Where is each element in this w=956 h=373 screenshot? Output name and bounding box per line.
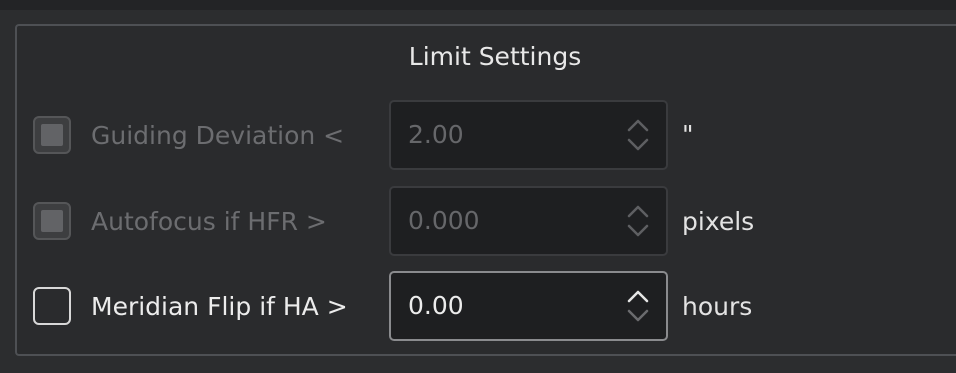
meridian-flip-checkbox[interactable]: [33, 287, 71, 325]
chevron-up-icon: [627, 205, 649, 218]
autofocus-hfr-row: Autofocus if HFR > 0.000 pixels: [0, 186, 956, 256]
spin-arrows-icon[interactable]: [624, 110, 652, 160]
meridian-flip-row: Meridian Flip if HA > 0.00 hours: [0, 271, 956, 341]
group-title: Limit Settings: [408, 42, 582, 71]
autofocus-hfr-checkbox[interactable]: [33, 202, 71, 240]
chevron-up-icon: [627, 290, 649, 303]
window-top-strip: [0, 0, 956, 10]
guiding-deviation-unit: ": [682, 120, 694, 149]
guiding-deviation-value: 2.00: [408, 120, 464, 149]
autofocus-hfr-label: Autofocus if HFR >: [91, 207, 327, 236]
meridian-flip-label: Meridian Flip if HA >: [91, 292, 348, 321]
guiding-deviation-spinbox[interactable]: 2.00: [389, 100, 668, 170]
meridian-flip-spinbox[interactable]: 0.00: [389, 271, 668, 341]
autofocus-hfr-spinbox[interactable]: 0.000: [389, 186, 668, 256]
spin-arrows-icon[interactable]: [624, 196, 652, 246]
meridian-flip-unit: hours: [682, 292, 753, 321]
chevron-down-icon: [627, 224, 649, 237]
meridian-flip-value[interactable]: 0.00: [408, 291, 464, 320]
chevron-down-icon: [627, 309, 649, 322]
guiding-deviation-row: Guiding Deviation < 2.00 ": [0, 100, 956, 170]
guiding-deviation-checkbox[interactable]: [33, 116, 71, 154]
guiding-deviation-label: Guiding Deviation <: [91, 121, 345, 150]
autofocus-hfr-value: 0.000: [408, 206, 480, 235]
chevron-up-icon: [627, 119, 649, 132]
chevron-down-icon: [627, 138, 649, 151]
spin-arrows-icon[interactable]: [624, 281, 652, 331]
autofocus-hfr-unit: pixels: [682, 207, 755, 236]
